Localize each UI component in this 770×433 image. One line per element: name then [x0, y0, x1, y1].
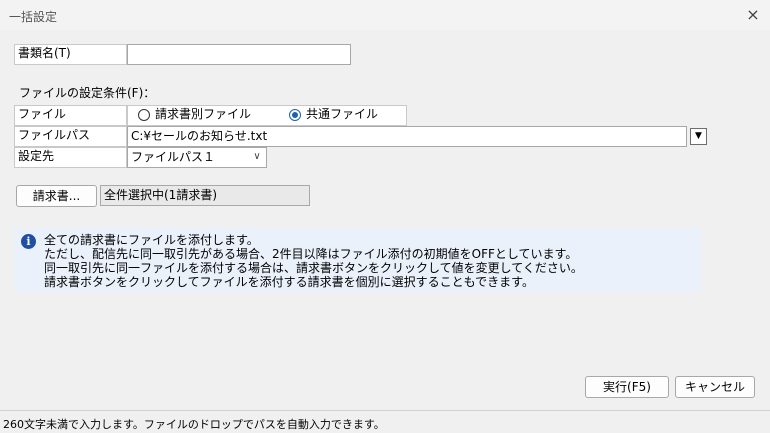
title-bar: 一括設定 × [0, 0, 770, 30]
filepath-label: ファイルパス [14, 126, 127, 147]
radio-per-invoice[interactable] [138, 109, 150, 121]
radio-common-label[interactable]: 共通ファイル [306, 106, 378, 123]
filepath-input[interactable]: C:¥セールのお知らせ.txt [127, 126, 687, 147]
invoice-select-button[interactable]: 請求書... [16, 185, 97, 207]
cancel-button[interactable]: キャンセル [675, 376, 755, 398]
chevron-down-icon[interactable]: ∨ [250, 148, 264, 166]
info-line: 全ての請求書にファイルを添付します。 [44, 233, 259, 247]
chevron-down-icon: ▼ [695, 131, 702, 141]
radio-common[interactable] [289, 109, 301, 121]
file-type-radio-group: 請求書別ファイル 共通ファイル [127, 105, 407, 126]
close-icon[interactable]: × [740, 3, 766, 27]
doc-name-label: 書類名(T) [14, 44, 127, 65]
file-settings-label: ファイルの設定条件(F)： [19, 86, 156, 100]
filepath-dropdown-button[interactable]: ▼ [690, 128, 707, 145]
radio-per-invoice-label[interactable]: 請求書別ファイル [155, 106, 251, 123]
info-line: 請求書ボタンをクリックしてファイルを添付する請求書を個別に選択することもできます… [44, 275, 534, 289]
doc-name-input[interactable] [127, 44, 351, 65]
info-line: 同一取引先に同一ファイルを添付する場合は、請求書ボタンをクリックして値を変更して… [44, 261, 583, 275]
target-select[interactable]: ファイルパス１ [127, 147, 267, 168]
info-icon: i [21, 234, 36, 249]
invoice-selection-status: 全件選択中(1請求書) [100, 185, 310, 206]
window-title: 一括設定 [9, 10, 58, 24]
status-bar: 260文字未満で入力します。ファイルのドロップでパスを自動入力できます。 [0, 410, 770, 433]
target-select-value: ファイルパス１ [131, 150, 216, 164]
status-text: 260文字未満で入力します。ファイルのドロップでパスを自動入力できます。 [3, 418, 385, 431]
info-line: ただし、配信先に同一取引先がある場合、2件目以降はファイル添付の初期値をOFFと… [44, 247, 578, 261]
file-label: ファイル [14, 105, 127, 126]
execute-button[interactable]: 実行(F5) [585, 376, 669, 398]
target-label: 設定先 [14, 147, 127, 168]
info-panel: i 全ての請求書にファイルを添付します。 ただし、配信先に同一取引先がある場合、… [14, 228, 701, 292]
